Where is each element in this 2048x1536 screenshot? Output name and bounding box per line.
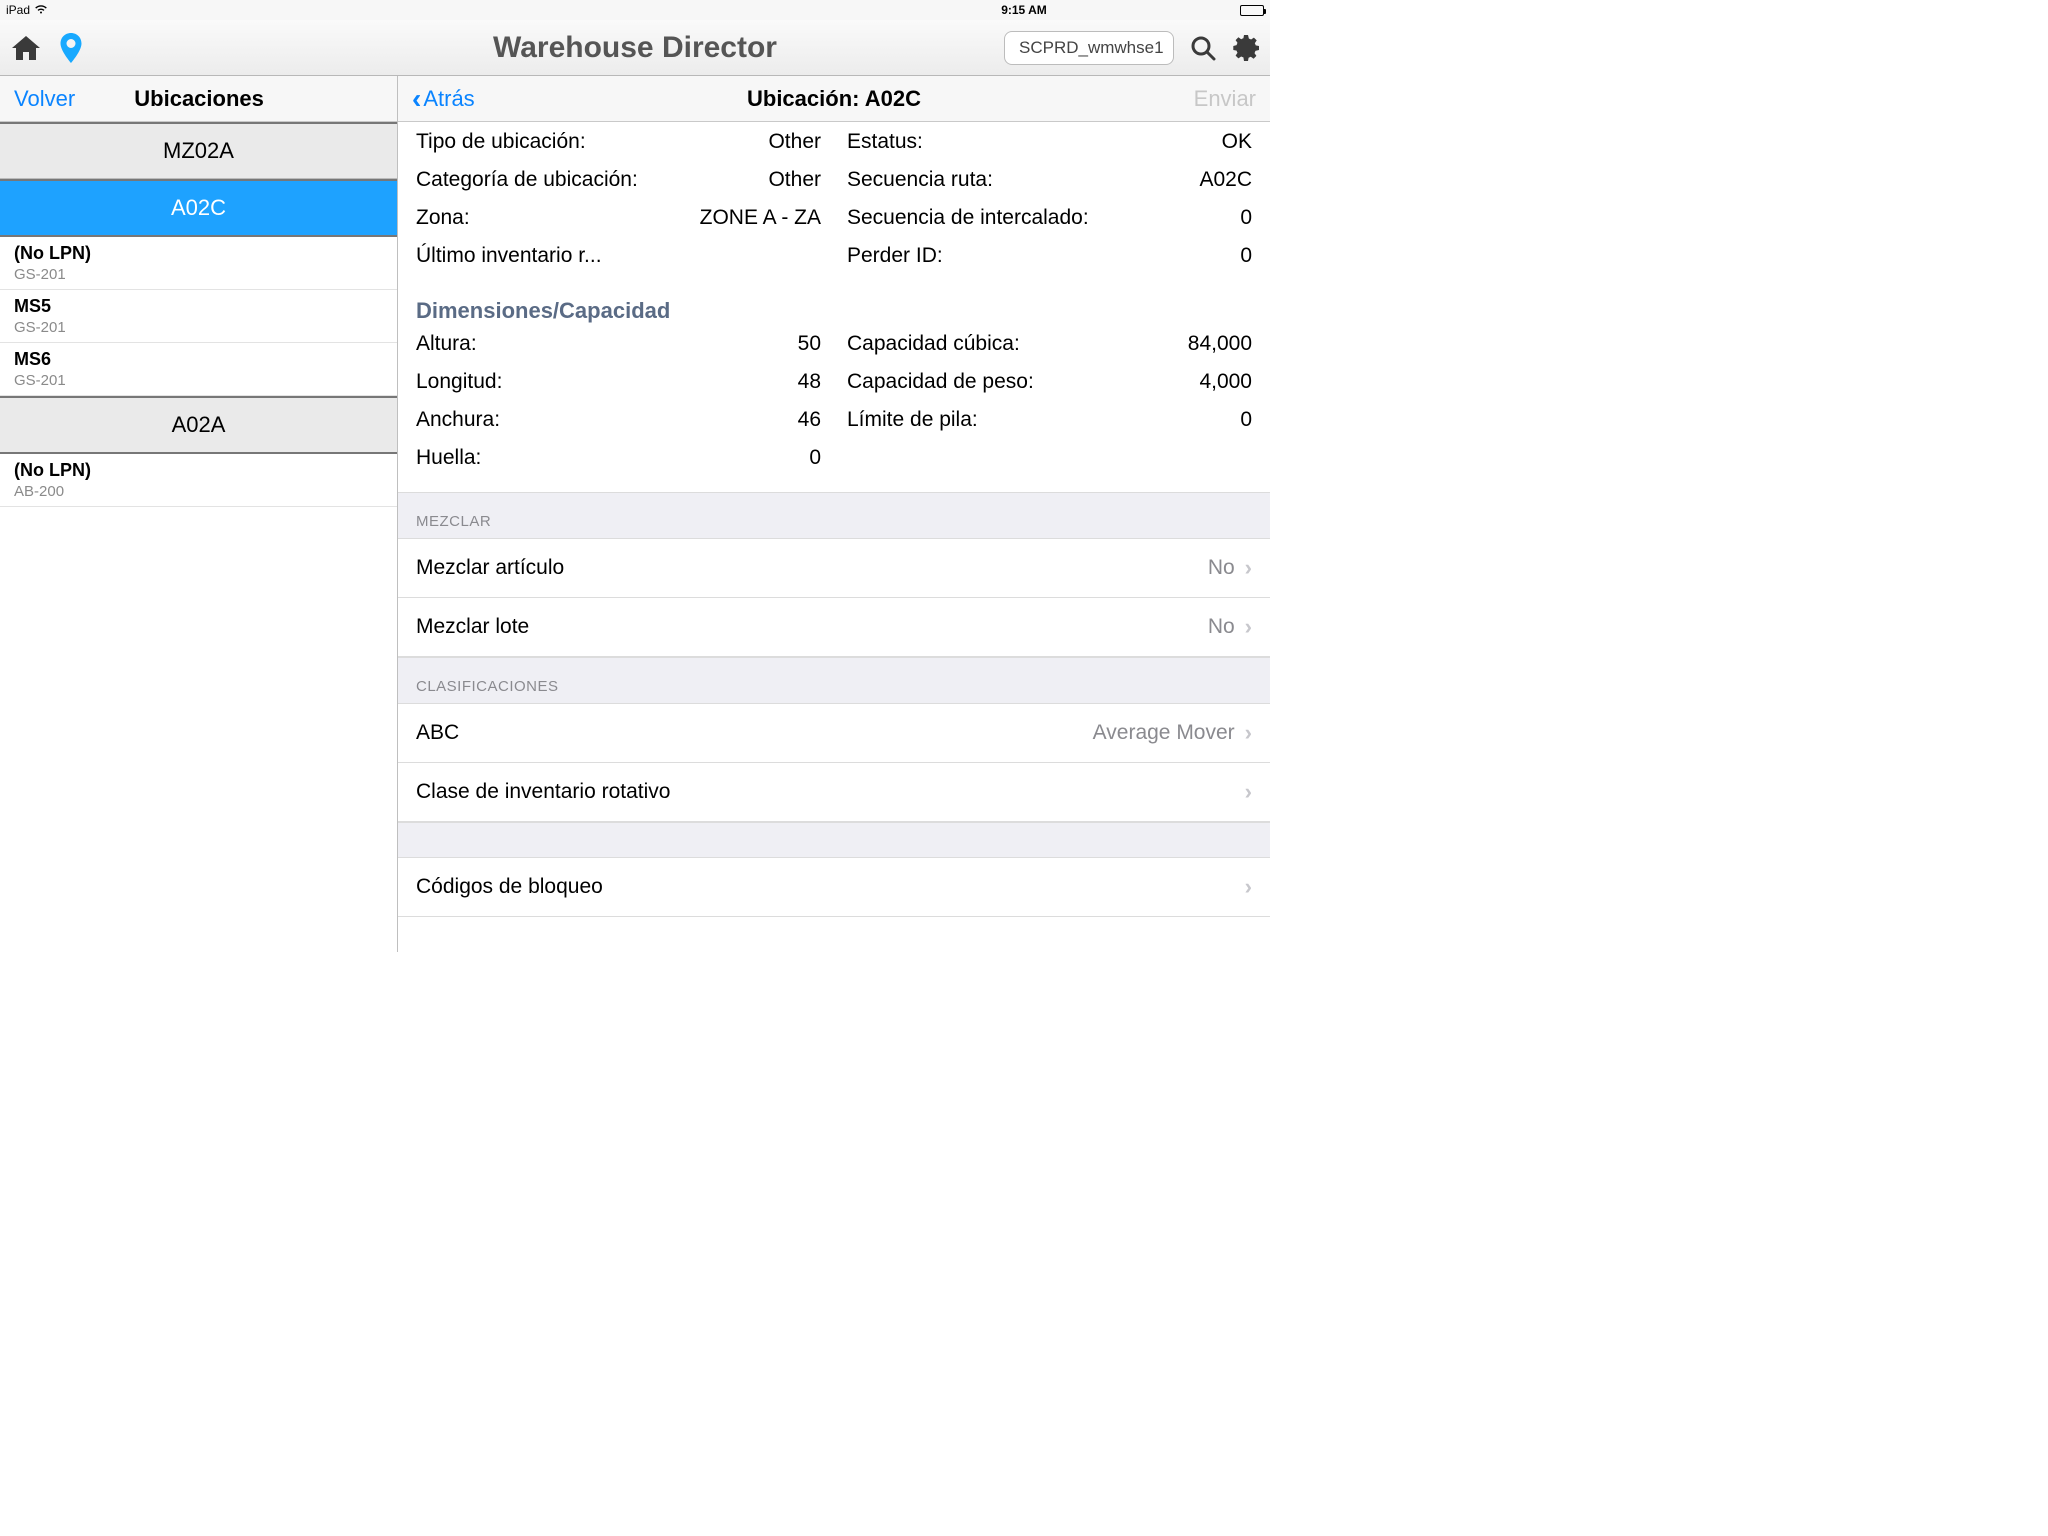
chevron-right-icon: › bbox=[1245, 555, 1252, 581]
gear-icon[interactable] bbox=[1232, 34, 1260, 62]
chevron-right-icon: › bbox=[1245, 779, 1252, 805]
home-icon[interactable] bbox=[10, 34, 42, 62]
kv-row: Capacidad cúbica:84,000 bbox=[847, 328, 1252, 360]
list-item[interactable]: MS6 GS-201 bbox=[0, 343, 397, 396]
kv-row: Zona:ZONE A - ZA bbox=[416, 202, 821, 234]
mix-item-cell[interactable]: Mezclar artículo No › bbox=[398, 539, 1270, 598]
list-item[interactable]: (No LPN) AB-200 bbox=[0, 454, 397, 507]
kv-row: Límite de pila:0 bbox=[847, 404, 1252, 436]
clock: 9:15 AM bbox=[1001, 3, 1047, 17]
sku-label: AB-200 bbox=[14, 483, 383, 500]
sku-label: GS-201 bbox=[14, 372, 383, 389]
cell-label: Mezclar lote bbox=[416, 615, 1208, 639]
left-pane-nav: Volver Ubicaciones bbox=[0, 76, 397, 122]
cell-label: Clase de inventario rotativo bbox=[416, 780, 1235, 804]
lpn-label: MS6 bbox=[14, 349, 383, 370]
detail-title: Ubicación: A02C bbox=[747, 86, 921, 112]
lpn-label: MS5 bbox=[14, 296, 383, 317]
kv-row: Longitud:48 bbox=[416, 366, 821, 398]
chevron-right-icon: › bbox=[1245, 720, 1252, 746]
kv-row: Secuencia de intercalado:0 bbox=[847, 202, 1252, 234]
location-header[interactable]: MZ02A bbox=[0, 122, 397, 179]
hold-codes-cell[interactable]: Códigos de bloqueo › bbox=[398, 858, 1270, 917]
sku-label: GS-201 bbox=[14, 266, 383, 283]
cell-value: No bbox=[1208, 556, 1235, 580]
cell-label: Mezclar artículo bbox=[416, 556, 1208, 580]
locations-pane: Volver Ubicaciones MZ02A A02C (No LPN) G… bbox=[0, 76, 398, 952]
warehouse-selector[interactable]: SCPRD_wmwhse1 bbox=[1004, 31, 1174, 65]
kv-row: Huella:0 bbox=[416, 442, 821, 474]
kv-row: Secuencia ruta:A02C bbox=[847, 164, 1252, 196]
location-info-grid: Tipo de ubicación:Other Estatus:OK Categ… bbox=[398, 122, 1270, 290]
chevron-left-icon: ‹ bbox=[412, 88, 421, 110]
detail-nav: ‹ Atrás Ubicación: A02C Enviar bbox=[398, 76, 1270, 122]
kv-row: Tipo de ubicación:Other bbox=[416, 126, 821, 158]
detail-pane: ‹ Atrás Ubicación: A02C Enviar Tipo de u… bbox=[398, 76, 1270, 952]
list-item[interactable]: (No LPN) GS-201 bbox=[0, 237, 397, 290]
detail-back-button[interactable]: ‹ Atrás bbox=[412, 86, 475, 112]
kv-row: Último inventario r... bbox=[416, 240, 821, 272]
abc-cell[interactable]: ABC Average Mover › bbox=[398, 704, 1270, 763]
cell-label: Códigos de bloqueo bbox=[416, 875, 1235, 899]
mix-group-header: MEZCLAR bbox=[398, 492, 1270, 539]
kv-row: Categoría de ubicación:Other bbox=[416, 164, 821, 196]
sku-label: GS-201 bbox=[14, 319, 383, 336]
kv-row bbox=[847, 442, 1252, 474]
status-bar: iPad 9:15 AM bbox=[0, 0, 1270, 20]
app-header: Warehouse Director SCPRD_wmwhse1 bbox=[0, 20, 1270, 76]
location-pin-icon[interactable] bbox=[60, 33, 82, 63]
mix-lot-cell[interactable]: Mezclar lote No › bbox=[398, 598, 1270, 657]
cell-label: ABC bbox=[416, 721, 1093, 745]
cycle-class-cell[interactable]: Clase de inventario rotativo › bbox=[398, 763, 1270, 822]
send-button[interactable]: Enviar bbox=[1194, 86, 1256, 112]
kv-row: Estatus:OK bbox=[847, 126, 1252, 158]
kv-row: Perder ID:0 bbox=[847, 240, 1252, 272]
group-spacer bbox=[398, 822, 1270, 858]
detail-back-label: Atrás bbox=[423, 86, 474, 112]
device-label: iPad bbox=[6, 3, 30, 17]
cell-value: Average Mover bbox=[1093, 721, 1235, 745]
lpn-label: (No LPN) bbox=[14, 460, 383, 481]
kv-row: Altura:50 bbox=[416, 328, 821, 360]
dimensions-grid: Altura:50 Capacidad cúbica:84,000 Longit… bbox=[398, 324, 1270, 492]
chevron-right-icon: › bbox=[1245, 874, 1252, 900]
wifi-icon bbox=[34, 3, 48, 17]
kv-row: Capacidad de peso:4,000 bbox=[847, 366, 1252, 398]
chevron-right-icon: › bbox=[1245, 614, 1252, 640]
list-item[interactable]: MS5 GS-201 bbox=[0, 290, 397, 343]
app-title: Warehouse Director bbox=[493, 31, 777, 65]
location-header-selected[interactable]: A02C bbox=[0, 179, 397, 237]
lpn-label: (No LPN) bbox=[14, 243, 383, 264]
search-icon[interactable] bbox=[1190, 35, 1216, 61]
kv-row: Anchura:46 bbox=[416, 404, 821, 436]
cell-value: No bbox=[1208, 615, 1235, 639]
location-header[interactable]: A02A bbox=[0, 396, 397, 454]
left-pane-title: Ubicaciones bbox=[75, 86, 323, 112]
battery-icon bbox=[1240, 5, 1264, 16]
class-group-header: CLASIFICACIONES bbox=[398, 657, 1270, 704]
back-button[interactable]: Volver bbox=[14, 86, 75, 112]
dimensions-title: Dimensiones/Capacidad bbox=[398, 290, 1270, 324]
